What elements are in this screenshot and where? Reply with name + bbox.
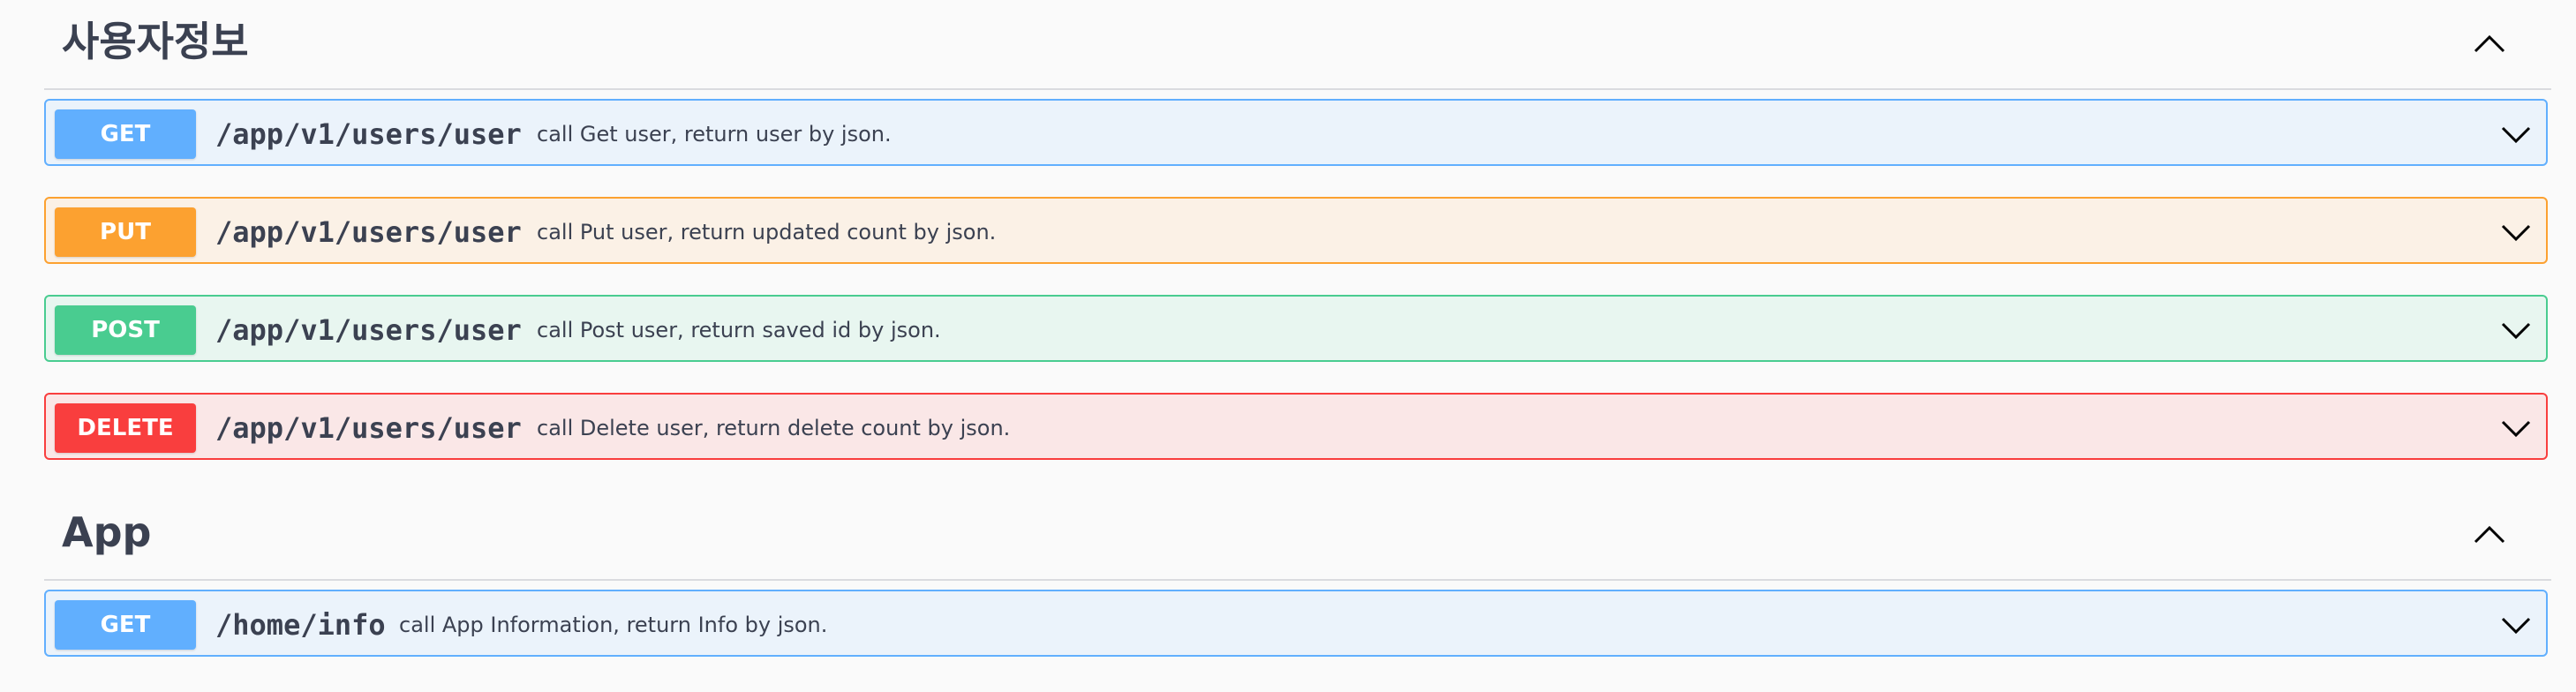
operation-delete-user[interactable]: DELETE /app/v1/users/user call Delete us… bbox=[44, 393, 2548, 460]
chevron-down-icon[interactable] bbox=[2498, 609, 2534, 641]
operation-summary: call Get user, return user by json. bbox=[537, 122, 892, 147]
operation-path: /home/info bbox=[215, 608, 386, 642]
operation-get-user[interactable]: GET /app/v1/users/user call Get user, re… bbox=[44, 99, 2548, 166]
tag-section-app: App GET /home/info call App Information,… bbox=[44, 491, 2551, 657]
tag-section-user-info: 사용자정보 GET /app/v1/users/user call Get us… bbox=[44, 0, 2551, 460]
operation-get-home-info[interactable]: GET /home/info call App Information, ret… bbox=[44, 590, 2548, 657]
chevron-up-icon[interactable] bbox=[2470, 517, 2509, 553]
tag-title[interactable]: App bbox=[62, 501, 151, 563]
operation-summary: call Put user, return updated count by j… bbox=[537, 220, 997, 244]
chevron-down-icon[interactable] bbox=[2498, 412, 2534, 444]
chevron-down-icon[interactable] bbox=[2498, 118, 2534, 150]
operation-summary: call Post user, return saved id by json. bbox=[537, 318, 941, 342]
method-badge: DELETE bbox=[55, 403, 196, 453]
chevron-down-icon[interactable] bbox=[2498, 216, 2534, 248]
method-badge: POST bbox=[55, 305, 196, 355]
operation-post-user[interactable]: POST /app/v1/users/user call Post user, … bbox=[44, 295, 2548, 362]
operation-path: /app/v1/users/user bbox=[215, 411, 522, 445]
method-badge: PUT bbox=[55, 207, 196, 257]
operation-path: /app/v1/users/user bbox=[215, 117, 522, 151]
operation-put-user[interactable]: PUT /app/v1/users/user call Put user, re… bbox=[44, 197, 2548, 264]
tag-title[interactable]: 사용자정보 bbox=[62, 11, 249, 72]
chevron-down-icon[interactable] bbox=[2498, 314, 2534, 346]
tag-header[interactable]: App bbox=[44, 491, 2551, 581]
swagger-operations-page: 사용자정보 GET /app/v1/users/user call Get us… bbox=[0, 0, 2576, 692]
tag-header[interactable]: 사용자정보 bbox=[44, 0, 2551, 90]
operation-summary: call App Information, return Info by jso… bbox=[399, 613, 828, 637]
operation-summary: call Delete user, return delete count by… bbox=[537, 416, 1011, 440]
operation-path: /app/v1/users/user bbox=[215, 215, 522, 249]
operation-path: /app/v1/users/user bbox=[215, 313, 522, 347]
chevron-up-icon[interactable] bbox=[2470, 26, 2509, 62]
method-badge: GET bbox=[55, 600, 196, 650]
method-badge: GET bbox=[55, 109, 196, 159]
